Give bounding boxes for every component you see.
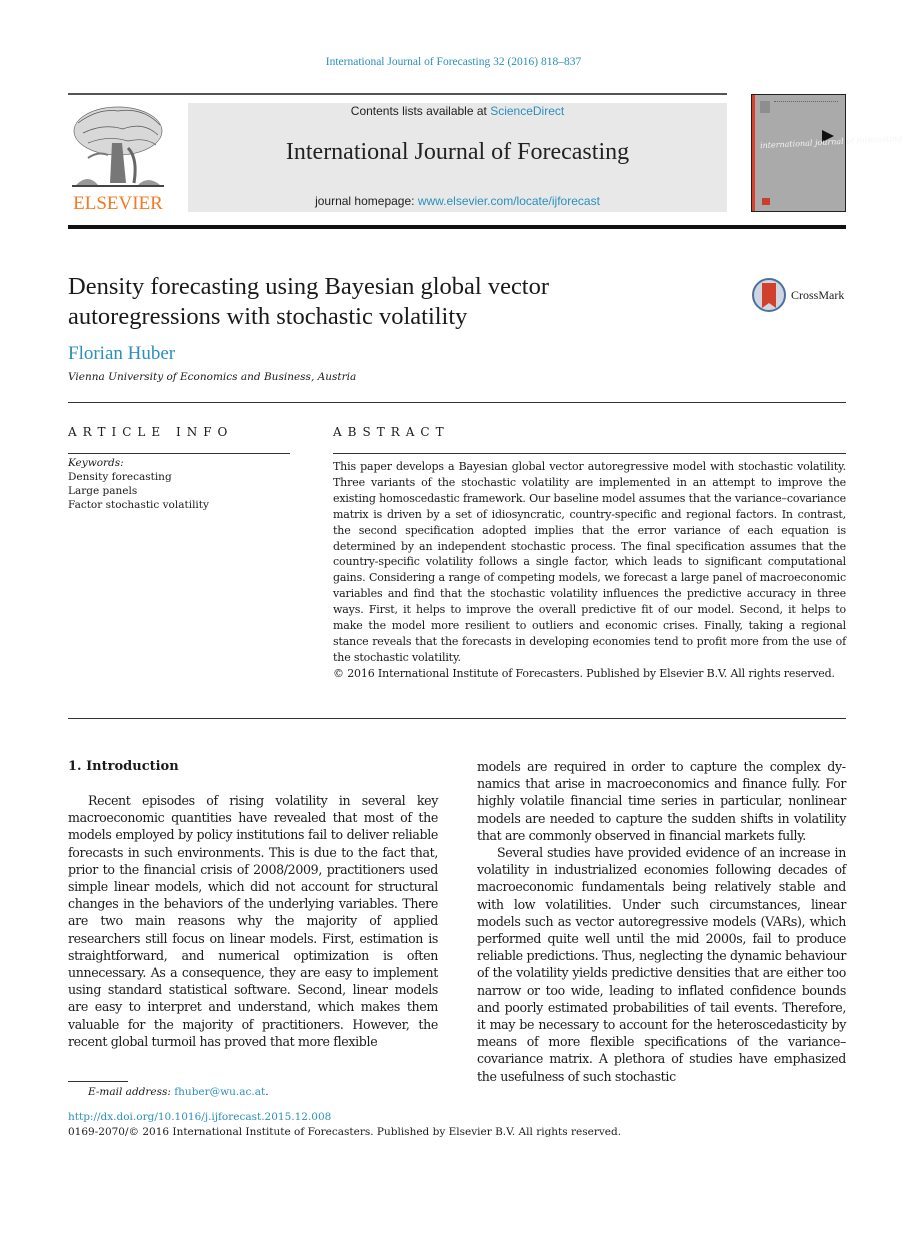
abstract-copyright: © 2016 International Institute of Foreca… <box>333 666 835 680</box>
keyword: Factor stochastic volatility <box>68 499 209 511</box>
cover-logo-icon <box>762 198 770 205</box>
footnote-email: E-mail address: fhuber@wu.ac.at. <box>88 1086 269 1098</box>
article-info-rule <box>68 453 290 454</box>
crossmark-label: CrossMark <box>791 288 845 302</box>
body-column-right: models are required in order to capture … <box>477 758 846 1085</box>
email-link[interactable]: fhuber@wu.ac.at <box>174 1086 265 1098</box>
issn-copyright: 0169-2070/© 2016 International Institute… <box>68 1126 622 1138</box>
homepage-prefix: journal homepage: <box>315 194 418 208</box>
tree-icon <box>72 106 164 187</box>
journal-masthead: Contents lists available at ScienceDirec… <box>188 103 727 212</box>
article-title: Density forecasting using Bayesian globa… <box>68 272 688 332</box>
cover-title-script: international journal of forecasting <box>759 133 903 151</box>
sciencedirect-link[interactable]: ScienceDirect <box>490 104 564 118</box>
paragraph: models are required in order to capture … <box>477 759 846 843</box>
divider <box>68 718 846 719</box>
contents-prefix: Contents lists available at <box>350 104 491 118</box>
elsevier-wordmark: ELSEVIER <box>73 193 163 214</box>
keywords-block: Keywords: Density forecasting Large pane… <box>68 456 298 512</box>
cover-publisher-mark <box>760 101 770 113</box>
author-name[interactable]: Florian Huber <box>68 343 175 365</box>
keyword: Large panels <box>68 485 138 497</box>
contents-line: Contents lists available at ScienceDirec… <box>188 104 727 118</box>
keywords-label: Keywords: <box>68 457 124 469</box>
abstract-heading: ABSTRACT <box>333 425 450 439</box>
article-info-heading: ARTICLE INFO <box>68 425 234 439</box>
top-rule <box>68 93 727 95</box>
elsevier-logo[interactable]: ELSEVIER <box>68 103 168 215</box>
section-heading-introduction: 1. Introduction <box>68 759 179 774</box>
paragraph: Several studies have provided evidence o… <box>477 845 846 1084</box>
crossmark-ribbon-icon <box>762 283 776 308</box>
cover-red-bar <box>752 95 755 211</box>
crossmark-button[interactable]: CrossMark <box>752 278 852 314</box>
email-label: E-mail address: <box>88 1086 175 1098</box>
keyword: Density forecasting <box>68 471 172 483</box>
running-head[interactable]: International Journal of Forecasting 32 … <box>0 56 907 68</box>
header-thick-rule <box>68 225 846 229</box>
paragraph: Recent episodes of rising volatility in … <box>68 793 438 1049</box>
cover-header-lines <box>774 101 838 104</box>
abstract-text: This paper develops a Bayesian global ve… <box>333 460 846 664</box>
title-line-1: Density forecasting using Bayesian globa… <box>68 273 550 300</box>
body-column-left: Recent episodes of rising volatility in … <box>68 792 438 1050</box>
divider <box>68 402 846 403</box>
abstract-rule <box>333 453 846 454</box>
author-affiliation: Vienna University of Economics and Busin… <box>68 371 357 383</box>
footnote-rule <box>68 1081 128 1082</box>
abstract-body: This paper develops a Bayesian global ve… <box>333 459 846 682</box>
title-line-2: autoregressions with stochastic volatili… <box>68 303 468 330</box>
journal-title: International Journal of Forecasting <box>285 139 630 165</box>
journal-homepage-link[interactable]: www.elsevier.com/locate/ijforecast <box>418 194 600 208</box>
doi-link[interactable]: http://dx.doi.org/10.1016/j.ijforecast.2… <box>68 1111 331 1123</box>
email-suffix: . <box>265 1086 269 1098</box>
homepage-line: journal homepage: www.elsevier.com/locat… <box>188 194 727 208</box>
journal-cover-thumbnail[interactable]: international journal of forecasting <box>751 94 903 212</box>
